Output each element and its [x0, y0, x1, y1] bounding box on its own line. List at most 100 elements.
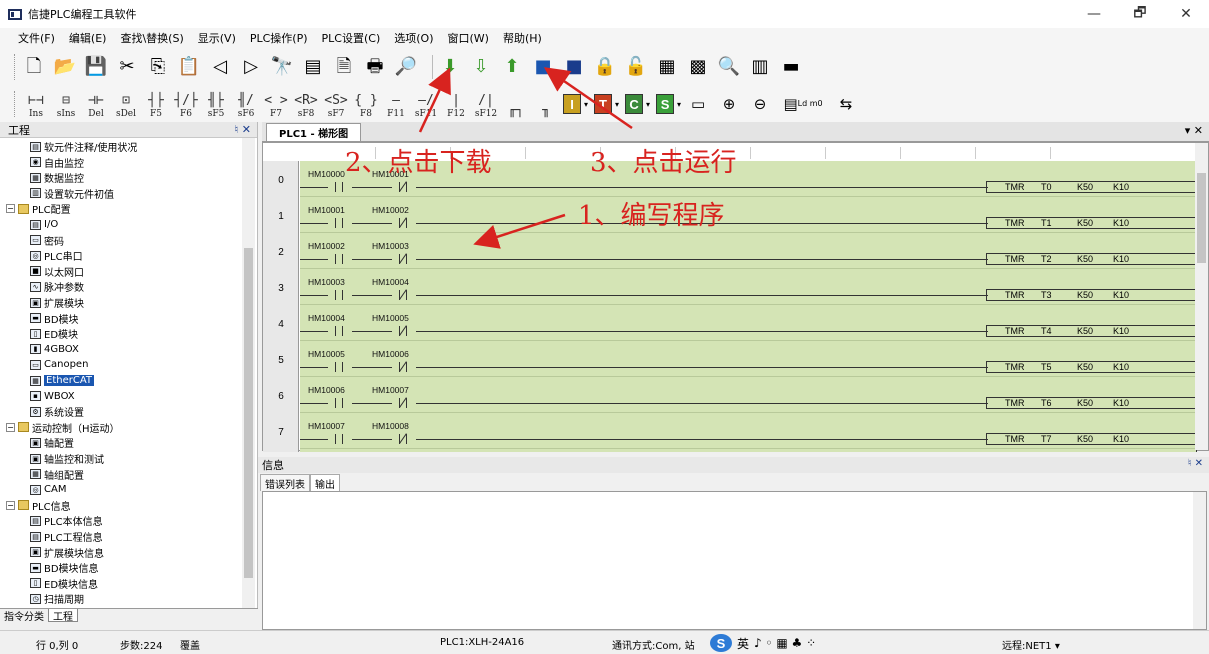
insert-button[interactable]: ⊢⊣ Ins	[23, 89, 49, 119]
nc-contact-button[interactable]: ┤/├ F6	[173, 89, 199, 119]
nc-contact[interactable]	[390, 181, 416, 192]
output-scrollbar[interactable]	[1193, 492, 1206, 629]
toolbar-grip[interactable]	[14, 91, 17, 117]
ladder-rung[interactable]: HM10001 HM10002 TMR T1 K50 K10	[300, 197, 1197, 233]
project-tree-scrollbar[interactable]	[242, 138, 255, 608]
timer-instruction[interactable]: TMR T5 K50 K10	[986, 361, 1197, 373]
lock-button[interactable]: 🔒	[594, 56, 616, 78]
toolbar-grip[interactable]	[14, 54, 17, 80]
menu-edit[interactable]: 编辑(E)	[69, 30, 107, 46]
nc-contact[interactable]	[390, 433, 416, 444]
parallel-nc-button[interactable]: ╢/sF6	[233, 89, 259, 119]
config-button[interactable]: ▥	[749, 56, 771, 78]
open-folder-button[interactable]: 📂	[54, 56, 76, 78]
block-button[interactable]: ╓┐	[503, 89, 529, 119]
tree-item[interactable]: ▤ 软元件注释/使用状况	[30, 140, 137, 154]
tree-item[interactable]: ▦ 数据监控	[30, 171, 84, 185]
no-contact-button[interactable]: ┤├ F5	[143, 89, 169, 119]
no-contact[interactable]	[326, 362, 352, 372]
instruction-button[interactable]: { } F8	[353, 89, 379, 119]
menu-options[interactable]: 选项(O)	[394, 30, 433, 46]
tree-item[interactable]: ▣ 轴监控和测试	[30, 452, 104, 466]
reset-coil-button[interactable]: <R> sF8	[293, 89, 319, 119]
help-button[interactable]: 🔎	[395, 56, 417, 78]
tree-item[interactable]: ▮ 4GBOX	[30, 343, 79, 356]
tree-item[interactable]: ▤ I/O	[30, 218, 58, 231]
no-contact[interactable]	[326, 290, 352, 300]
unlock-button[interactable]: 🔓	[625, 56, 647, 78]
ladder-rung[interactable]: HM10006 HM10007 TMR T6 K50 K10	[300, 377, 1197, 413]
output-area[interactable]	[262, 491, 1207, 630]
compare-button[interactable]: 🔍	[718, 56, 740, 78]
tree-item[interactable]: ◉ 自由监控	[30, 156, 84, 170]
run-button[interactable]: ■	[532, 56, 554, 78]
forward-button[interactable]: ▷	[240, 56, 262, 78]
online-edit-button[interactable]: ▩	[687, 56, 709, 78]
delete-line-button[interactable]: ⊡ sDel	[113, 89, 139, 119]
no-contact[interactable]	[326, 398, 352, 408]
transfer-button[interactable]: ⇆	[835, 93, 857, 115]
insert-line-button[interactable]: ⊟ sIns	[53, 89, 79, 119]
tree-item[interactable]: ▣ 扩展模块	[30, 296, 84, 310]
chevron-down-icon[interactable]: ▾	[677, 100, 681, 109]
ladder-scrollbar[interactable]	[1195, 143, 1208, 450]
save-button[interactable]: 💾	[85, 56, 107, 78]
tree-item[interactable]: ■ 以太网口	[30, 265, 84, 279]
tree-item[interactable]: ▤ PLC工程信息	[30, 530, 103, 544]
no-contact[interactable]	[326, 254, 352, 264]
ladder-editor[interactable]: 01234567 HM10000 HM10001 TMR T0 K50 K10 HM1000…	[262, 142, 1209, 452]
upload-download-button[interactable]: ⇩	[470, 56, 492, 78]
tree-item[interactable]: ▣ 扩展模块信息	[30, 546, 104, 560]
tab-instruction-category[interactable]: 指令分类	[0, 609, 48, 623]
ladder-rung[interactable]: HM10007 HM10008 TMR T7 K50 K10	[300, 413, 1197, 449]
tree-item[interactable]: ▭ Canopen	[30, 358, 88, 371]
print-button[interactable]: 🖶	[364, 56, 386, 78]
no-contact[interactable]	[326, 326, 352, 336]
tree-item[interactable]: ◎ PLC串口	[30, 249, 83, 263]
s-register-button[interactable]: S	[656, 94, 675, 114]
tab-error-list[interactable]: 错误列表	[260, 474, 310, 491]
zoom-in-button[interactable]: ⊕	[718, 93, 740, 115]
menu-file[interactable]: 文件(F)	[18, 30, 55, 46]
maximize-button[interactable]: 🗗	[1117, 0, 1163, 28]
chevron-down-icon[interactable]: ▾	[615, 100, 619, 109]
no-contact[interactable]	[326, 434, 352, 444]
new-file-button[interactable]: 🗋	[23, 56, 45, 78]
nc-contact[interactable]	[390, 253, 416, 264]
tree-item[interactable]: ▥ 设置软元件初值	[30, 187, 114, 201]
tree-item[interactable]: ▪ WBOX	[30, 390, 75, 403]
timer-instruction[interactable]: TMR T0 K50 K10	[986, 181, 1197, 193]
cut-button[interactable]: ✂	[116, 56, 138, 78]
timer-instruction[interactable]: TMR T3 K50 K10	[986, 289, 1197, 301]
tree-item[interactable]: ▣ 轴配置	[30, 436, 74, 450]
collapse-icon[interactable]: −	[6, 500, 15, 510]
c-register-button[interactable]: C	[625, 94, 644, 114]
timer-instruction[interactable]: TMR T1 K50 K10	[986, 217, 1197, 229]
ladder-rung[interactable]: HM10005 HM10006 TMR T5 K50 K10	[300, 341, 1197, 377]
nc-contact[interactable]	[390, 325, 416, 336]
minimize-button[interactable]: —	[1071, 0, 1117, 28]
menu-help[interactable]: 帮助(H)	[503, 30, 542, 46]
tab-ladder-diagram[interactable]: PLC1 - 梯形图	[266, 123, 362, 141]
tree-item[interactable]: ⚙ 系统设置	[30, 405, 84, 419]
i-register-button[interactable]: I	[563, 94, 581, 114]
download-button[interactable]: ⬇	[439, 56, 461, 78]
ime-toolbar[interactable]: S 英 ♪ ◦ ▦ ♣ ⁘	[710, 634, 816, 652]
nc-contact[interactable]	[390, 361, 416, 372]
ld-instruction-button[interactable]: ▤ Ld m0	[780, 93, 826, 115]
vline-button[interactable]: | F12	[443, 89, 469, 119]
timer-instruction[interactable]: TMR T7 K50 K10	[986, 433, 1197, 445]
list-button[interactable]: ▤	[302, 56, 324, 78]
nc-contact[interactable]	[390, 289, 416, 300]
tree-item[interactable]: ▯ ED模块信息	[30, 577, 98, 591]
set-coil-button[interactable]: <S> sF7	[323, 89, 349, 119]
ladder-rung[interactable]: HM10004 HM10005 TMR T4 K50 K10	[300, 305, 1197, 341]
ladder-rung[interactable]: HM10002 HM10003 TMR T2 K50 K10	[300, 233, 1197, 269]
collapse-icon[interactable]: −	[6, 422, 15, 432]
stop-button[interactable]: ■	[563, 56, 585, 78]
document-close-icon[interactable]: ▾ ✕	[1185, 124, 1203, 137]
ime-tools-icon[interactable]: ♪ ◦ ▦ ♣ ⁘	[754, 636, 816, 650]
nc-contact[interactable]	[390, 397, 416, 408]
remote-connection[interactable]: 远程:NET1 ▾	[1002, 637, 1060, 652]
tree-item[interactable]: ▤ PLC本体信息	[30, 514, 103, 528]
